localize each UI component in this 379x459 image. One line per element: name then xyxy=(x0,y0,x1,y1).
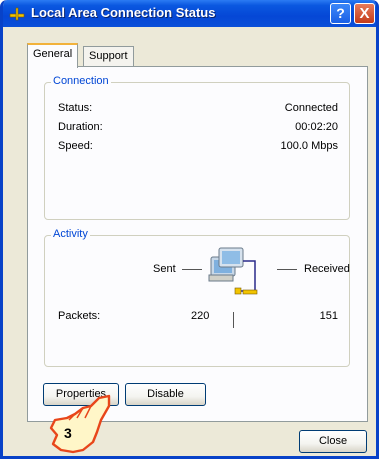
packets-sent-value: 220 xyxy=(191,310,210,322)
status-value: Connected xyxy=(284,102,338,114)
hand-pointer-icon xyxy=(49,394,111,454)
network-plug-icon xyxy=(9,7,25,21)
duration-label: Duration: xyxy=(58,121,103,133)
packets-separator xyxy=(233,312,234,328)
general-tab-panel: Connection Status: Connected Duration: 0… xyxy=(27,66,368,422)
sent-label: Sent xyxy=(153,263,176,275)
close-button[interactable]: Close xyxy=(299,430,367,453)
received-label: Received xyxy=(304,263,350,275)
activity-group: Activity Sent Received Packets: 220 151 xyxy=(44,228,350,367)
connection-legend: Connection xyxy=(51,75,111,87)
status-window: Local Area Connection Status ? X General… xyxy=(0,0,379,459)
step-number: 3 xyxy=(64,425,72,441)
window-title: Local Area Connection Status xyxy=(31,5,216,20)
duration-value: 00:02:20 xyxy=(295,121,338,133)
speed-label: Speed: xyxy=(58,140,93,152)
help-button[interactable]: ? xyxy=(330,3,351,24)
status-label: Status: xyxy=(58,102,93,114)
speed-value: 100.0 Mbps xyxy=(280,140,338,152)
title-bar[interactable]: Local Area Connection Status ? X xyxy=(3,0,376,27)
connection-group: Connection Status: Connected Duration: 0… xyxy=(44,75,350,220)
packets-label: Packets: xyxy=(58,310,101,322)
tab-support[interactable]: Support xyxy=(83,46,134,66)
sent-line xyxy=(182,269,202,270)
packets-received-value: 151 xyxy=(319,310,338,322)
tab-general[interactable]: General xyxy=(27,43,78,68)
disable-button[interactable]: Disable xyxy=(125,383,206,406)
close-window-button[interactable]: X xyxy=(354,3,375,24)
activity-legend: Activity xyxy=(51,228,90,240)
network-computers-icon xyxy=(208,247,258,295)
received-line xyxy=(277,269,297,270)
